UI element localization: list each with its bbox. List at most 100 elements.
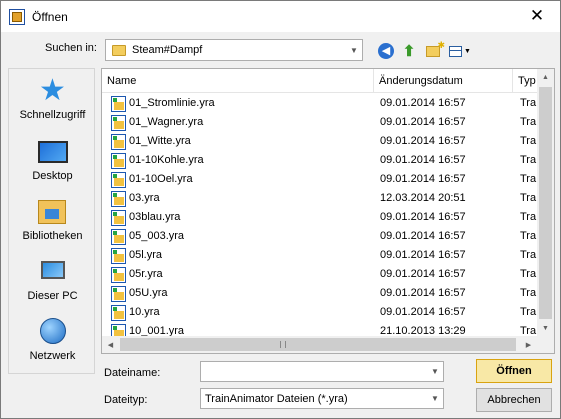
chevron-down-icon: ▼ [464, 47, 471, 55]
yra-file-icon [111, 267, 126, 283]
file-row[interactable]: 03.yra 12.03.2014 20:51 Tra [102, 190, 537, 209]
place-network[interactable]: Netzwerk [9, 318, 96, 374]
file-row[interactable]: 01-10Oel.yra 09.01.2014 16:57 Tra [102, 171, 537, 190]
column-header-name[interactable]: Name [102, 69, 374, 93]
yra-file-icon [111, 153, 126, 169]
vertical-scrollbar[interactable]: ▲ ▼ [537, 69, 554, 337]
file-row[interactable]: 05l.yra 09.01.2014 16:57 Tra [102, 247, 537, 266]
open-button[interactable]: Öffnen [476, 359, 552, 383]
file-type: Tra [520, 306, 537, 318]
horizontal-scrollbar[interactable]: ◀ ▶ [102, 336, 537, 353]
file-row[interactable]: 10.yra 09.01.2014 16:57 Tra [102, 304, 537, 323]
file-row[interactable]: 01_Wagner.yra 09.01.2014 16:57 Tra [102, 114, 537, 133]
file-row[interactable]: 05r.yra 09.01.2014 16:57 Tra [102, 266, 537, 285]
file-row[interactable]: 03blau.yra 09.01.2014 16:57 Tra [102, 209, 537, 228]
yra-file-icon [111, 96, 126, 112]
file-date: 09.01.2014 16:57 [380, 268, 466, 280]
look-in-row: Suchen in: Steam#Dampf ▼ [1, 36, 560, 62]
place-label: Desktop [32, 170, 73, 182]
filename-label: Dateiname: [104, 367, 161, 379]
file-name: 03.yra [129, 192, 160, 204]
dialog-title: Öffnen [32, 9, 68, 24]
up-arrow-icon: ⬆ [402, 43, 416, 60]
file-row[interactable]: 10_001.yra 21.10.2013 13:29 Tra [102, 323, 537, 337]
file-row[interactable]: 05_003.yra 09.01.2014 16:57 Tra [102, 228, 537, 247]
file-type: Tra [520, 116, 537, 128]
yra-file-icon [111, 115, 126, 131]
file-row[interactable]: 01_Witte.yra 09.01.2014 16:57 Tra [102, 133, 537, 152]
yra-file-icon [111, 134, 126, 150]
chevron-down-icon[interactable]: ▼ [345, 40, 362, 60]
place-desktop[interactable]: Desktop [9, 138, 96, 194]
column-header-date[interactable]: Änderungsdatum [374, 69, 513, 93]
computer-icon [40, 261, 65, 279]
yra-file-icon [111, 191, 126, 207]
scroll-up-icon[interactable]: ▲ [537, 69, 554, 86]
cancel-button[interactable]: Abbrechen [476, 388, 552, 412]
star-icon: ★ [39, 74, 66, 107]
horizontal-scroll-thumb[interactable] [120, 338, 516, 351]
file-type: Tra [520, 268, 537, 280]
yra-file-icon [111, 305, 126, 321]
file-date: 09.01.2014 16:57 [380, 287, 466, 299]
file-type: Tra [520, 173, 537, 185]
title-bar: Öffnen ✕ [1, 1, 560, 32]
scroll-down-icon[interactable]: ▼ [537, 320, 554, 337]
file-date: 09.01.2014 16:57 [380, 173, 466, 185]
column-header-row: Name Änderungsdatum Typ [102, 69, 537, 93]
look-in-label: Suchen in: [45, 42, 97, 54]
back-arrow-icon: ◀ [378, 43, 394, 59]
file-date: 12.03.2014 20:51 [380, 192, 466, 204]
file-name: 05l.yra [129, 249, 163, 261]
file-row[interactable]: 01-10Kohle.yra 09.01.2014 16:57 Tra [102, 152, 537, 171]
file-type: Tra [520, 211, 537, 223]
close-button[interactable]: ✕ [514, 1, 560, 31]
column-header-type[interactable]: Typ [513, 69, 537, 93]
chevron-down-icon[interactable]: ▼ [427, 389, 443, 408]
scrollbar-corner [537, 336, 554, 353]
file-name: 05r.yra [129, 268, 163, 280]
file-name: 05U.yra [129, 287, 168, 299]
file-name: 01-10Kohle.yra [129, 154, 204, 166]
open-file-dialog: Öffnen ✕ Suchen in: Steam#Dampf ▼ ◀ ⬆ ✱ … [0, 0, 561, 419]
back-button[interactable]: ◀ [377, 42, 395, 60]
new-folder-button[interactable]: ✱ [424, 40, 445, 60]
new-folder-icon: ✱ [426, 40, 445, 57]
scroll-left-icon[interactable]: ◀ [102, 336, 119, 353]
folder-icon [112, 44, 126, 56]
file-name: 01_Witte.yra [129, 135, 191, 147]
place-quick-access[interactable]: ★ Schnellzugriff [9, 74, 96, 133]
file-list[interactable]: Name Änderungsdatum Typ 01_Stromlinie.yr… [101, 68, 555, 354]
place-label: Netzwerk [29, 350, 76, 362]
place-libraries[interactable]: Bibliotheken [9, 198, 96, 254]
file-date: 09.01.2014 16:57 [380, 97, 466, 109]
file-name: 10.yra [129, 306, 160, 318]
file-type: Tra [520, 97, 537, 109]
file-row[interactable]: 01_Stromlinie.yra 09.01.2014 16:57 Tra [102, 95, 537, 114]
up-folder-button[interactable]: ⬆ [400, 42, 418, 60]
file-name: 03blau.yra [129, 211, 181, 223]
view-menu-button[interactable]: ▼ [447, 42, 473, 60]
file-type: Tra [520, 154, 537, 166]
filetype-select[interactable]: TrainAnimator Dateien (*.yra) ▼ [200, 388, 444, 409]
network-icon [39, 318, 66, 344]
yra-file-icon [111, 210, 126, 226]
library-icon [37, 200, 66, 224]
chevron-down-icon[interactable]: ▼ [427, 362, 443, 381]
place-this-pc[interactable]: Dieser PC [9, 258, 96, 314]
file-date: 09.01.2014 16:57 [380, 116, 466, 128]
vertical-scroll-thumb[interactable] [539, 87, 552, 319]
view-icon [449, 45, 463, 57]
place-label: Bibliotheken [22, 230, 83, 242]
look-in-combobox[interactable]: Steam#Dampf ▼ [105, 39, 363, 61]
file-row[interactable]: 05U.yra 09.01.2014 16:57 Tra [102, 285, 537, 304]
scroll-right-icon[interactable]: ▶ [520, 336, 537, 353]
yra-file-icon [111, 248, 126, 264]
filetype-label: Dateityp: [104, 394, 148, 406]
desktop-icon [37, 141, 68, 163]
places-bar: ★ Schnellzugriff Desktop Bibliotheken Di… [8, 68, 95, 374]
file-date: 09.01.2014 16:57 [380, 135, 466, 147]
filename-input[interactable]: ▼ [200, 361, 444, 382]
file-name: 01_Wagner.yra [129, 116, 204, 128]
file-type: Tra [520, 287, 537, 299]
